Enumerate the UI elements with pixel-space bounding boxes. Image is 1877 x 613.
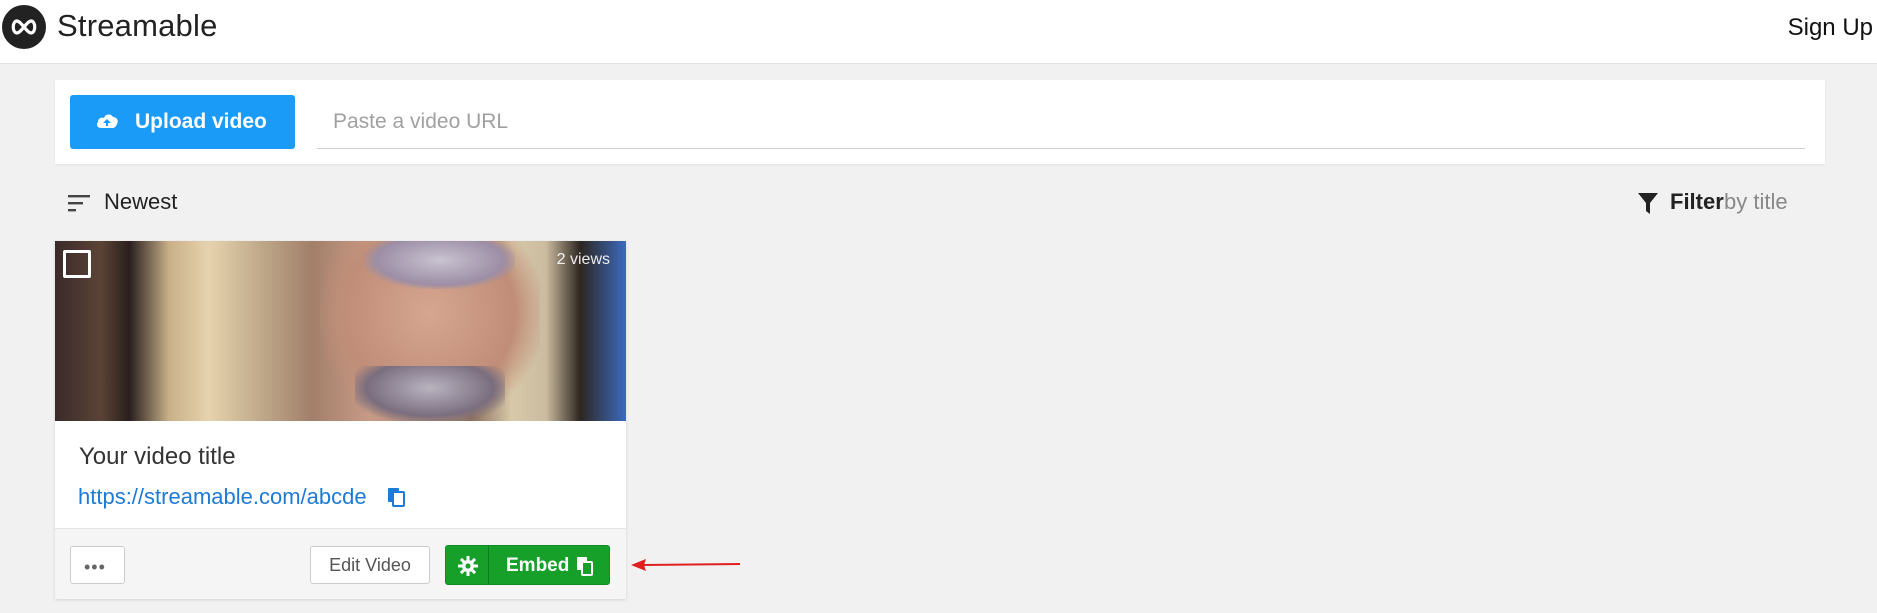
video-url-input[interactable]	[317, 95, 1805, 148]
upload-panel: Upload video	[55, 80, 1825, 164]
thumbnail-detail-top	[365, 241, 515, 289]
sort-icon	[68, 194, 92, 217]
copy-embed-icon	[577, 557, 593, 576]
filter-label: Filter	[1670, 189, 1724, 214]
more-dots-icon: •••	[84, 557, 106, 577]
embed-label: Embed	[506, 555, 570, 576]
filter-by-title-label: by title	[1724, 189, 1788, 214]
top-navbar: Streamable Sign Up	[0, 0, 1877, 64]
embed-button-group: Embed	[445, 545, 610, 585]
copy-link-icon[interactable]	[387, 487, 407, 512]
video-title[interactable]: Your video title	[79, 443, 236, 471]
sign-up-link[interactable]: Sign Up	[1788, 14, 1873, 42]
view-count: 2 views	[556, 251, 610, 268]
video-thumbnail[interactable]: 2 views	[55, 241, 626, 421]
upload-video-button[interactable]: Upload video	[70, 95, 295, 149]
video-card: 2 views Your video title https://streama…	[55, 241, 626, 599]
filter-funnel-icon	[1638, 193, 1658, 220]
thumbnail-detail-bottom	[355, 366, 505, 421]
video-share-link[interactable]: https://streamable.com/abcde	[78, 484, 367, 510]
upload-video-label: Upload video	[135, 110, 267, 133]
cloud-upload-icon	[95, 112, 119, 136]
video-card-footer: ••• Edit Video Embed	[55, 528, 626, 599]
sort-label: Newest	[104, 189, 178, 214]
select-video-checkbox[interactable]	[63, 250, 91, 278]
edit-video-button[interactable]: Edit Video	[310, 546, 430, 584]
embed-settings-button[interactable]	[446, 546, 489, 584]
more-options-button[interactable]: •••	[70, 546, 125, 584]
annotation-arrow-icon	[631, 559, 741, 571]
gear-icon	[458, 556, 478, 576]
embed-copy-button[interactable]: Embed	[490, 546, 609, 584]
url-field-wrapper	[317, 95, 1805, 149]
streamable-logo-icon[interactable]	[2, 5, 46, 49]
brand-name[interactable]: Streamable	[57, 8, 218, 44]
